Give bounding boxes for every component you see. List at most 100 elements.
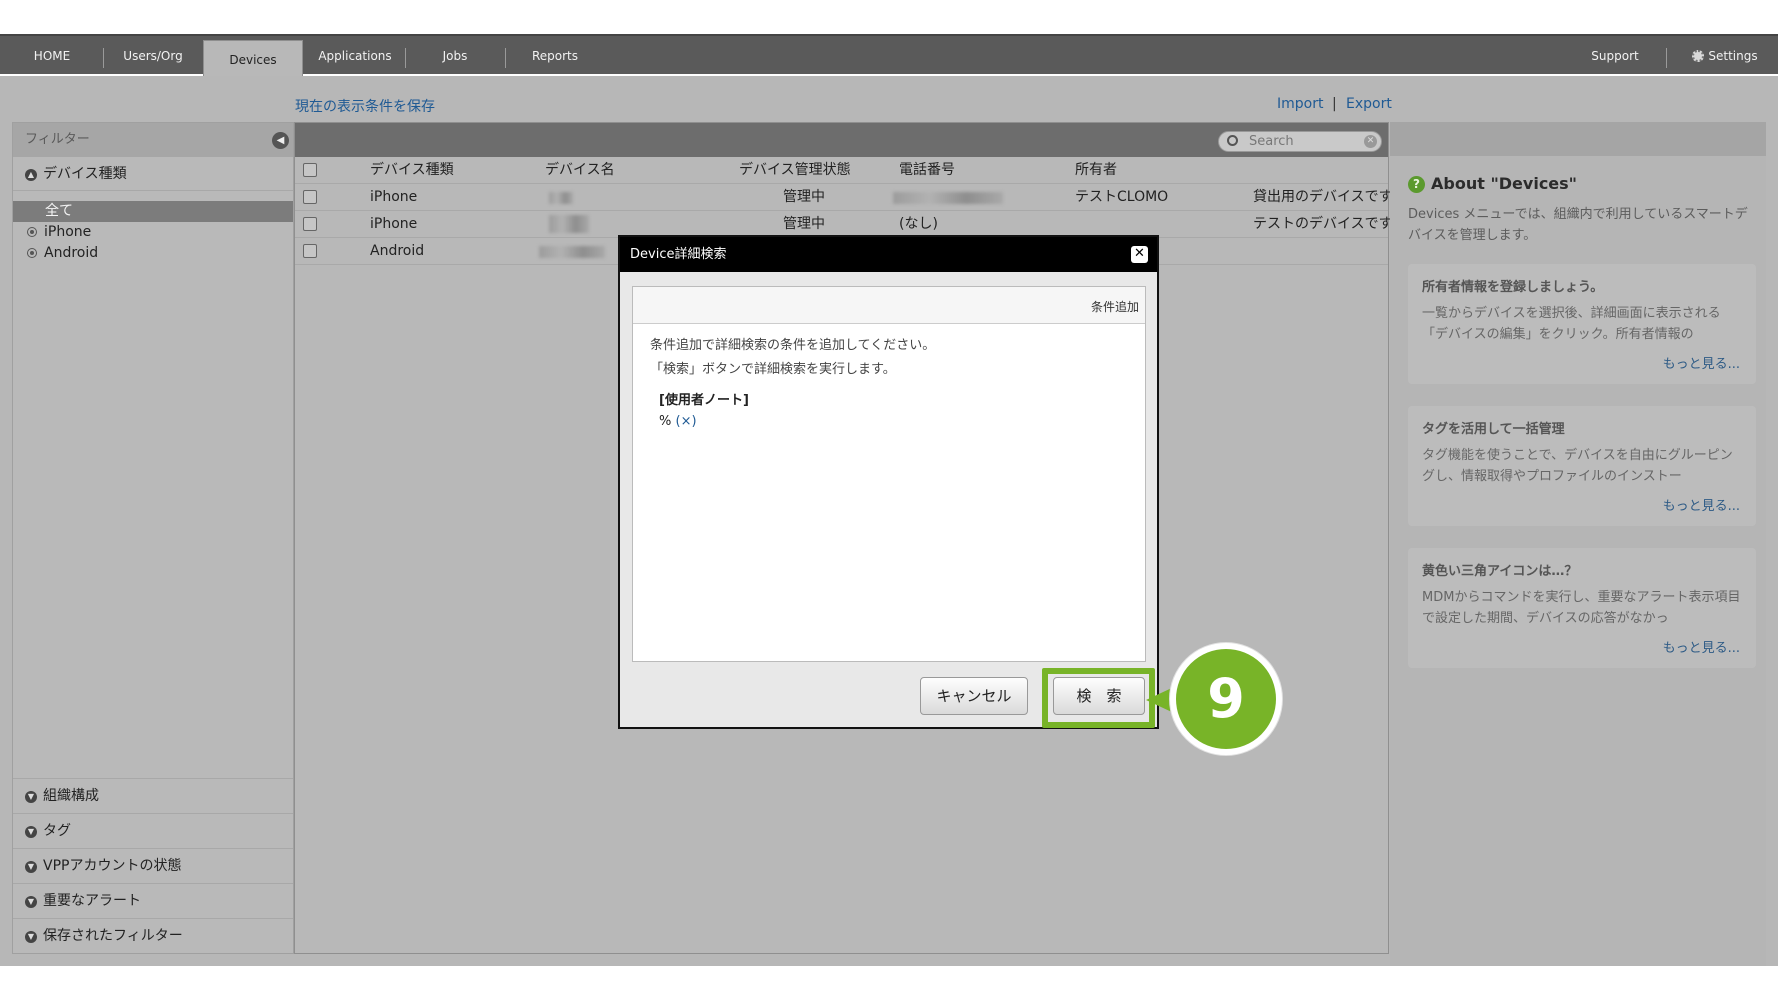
remove-condition-button[interactable]: (×): [676, 414, 697, 429]
help-card: 黄色い三角アイコンは…？ MDMからコマンドを実行し、重要なアラート表示項目で設…: [1408, 548, 1756, 668]
filter-bottom-sections: ▼ 組織構成 ▼ タグ ▼ VPPアカウントの状態 ▼ 重要なアラート ▼ 保存されたフィ…: [13, 778, 293, 953]
export-link[interactable]: Export: [1346, 96, 1392, 112]
filter-section-label: 組織構成: [43, 788, 99, 804]
cell-device-type: Android: [370, 243, 425, 259]
chevron-down-icon: ▼: [25, 826, 37, 838]
table-row[interactable]: iPhone 管理中 テストCLOMO 貸出用のデバイスです: [295, 184, 1393, 211]
filter-panel: フィルター ◀ ▲ デバイス種類 全て iPhone Android ▼ 組織構成 …: [12, 122, 294, 954]
select-all-checkbox[interactable]: [303, 163, 317, 177]
column-header[interactable]: デバイス種類: [370, 157, 454, 184]
filter-item-android[interactable]: Android: [13, 243, 293, 264]
filter-section-label: 保存されたフィルター: [43, 928, 183, 944]
condition-label: [使用者ノート]: [659, 393, 749, 408]
condition-value: % (×): [659, 411, 1128, 432]
cell-device-type: iPhone: [370, 216, 418, 232]
more-link[interactable]: もっと見る...: [1663, 495, 1740, 514]
cancel-button[interactable]: キャンセル: [920, 677, 1028, 715]
condition-value-text: %: [659, 414, 676, 429]
dialog-instructions: 条件追加で詳細検索の条件を追加してください。 「検索」ボタンで詳細検索を実行しま…: [633, 324, 1145, 442]
collapse-left-icon[interactable]: ◀: [272, 132, 289, 149]
row-checkbox[interactable]: [303, 244, 317, 258]
chevron-up-icon: ▲: [25, 169, 37, 181]
filter-item-iphone[interactable]: iPhone: [13, 222, 293, 243]
redacted-device-name: [549, 192, 573, 204]
redacted-phone: [893, 192, 1003, 204]
row-checkbox[interactable]: [303, 217, 317, 231]
cell-phone: (なし): [899, 216, 938, 232]
filter-header: フィルター ◀: [13, 123, 293, 157]
nav-reports[interactable]: Reports: [520, 36, 590, 76]
filter-item-label: iPhone: [44, 224, 92, 240]
filter-section-org[interactable]: ▼ 組織構成: [13, 778, 293, 813]
chevron-down-icon: ▼: [25, 896, 37, 908]
dialog-title: Device詳細検索: [630, 247, 727, 262]
help-card-body: MDMからコマンドを実行し、重要なアラート表示項目で設定した期間、デバイスの応答…: [1422, 590, 1741, 626]
filter-title: フィルター: [25, 132, 90, 147]
close-icon[interactable]: ✕: [1131, 246, 1148, 263]
help-title: ? About "Devices": [1408, 174, 1577, 193]
radio-icon: [27, 248, 37, 258]
help-card-title: 黄色い三角アイコンは…？: [1422, 564, 1578, 579]
filter-section-label: VPPアカウントの状態: [43, 858, 182, 874]
table-row[interactable]: iPhone 管理中 (なし) テストのデバイスです: [295, 211, 1393, 238]
filter-section-saved[interactable]: ▼ 保存されたフィルター: [13, 918, 293, 953]
redacted-device-name: [539, 246, 605, 258]
filter-item-label: Android: [44, 245, 99, 261]
filter-section-label: デバイス種類: [43, 166, 127, 182]
nav-users-org[interactable]: Users/Org: [110, 36, 196, 76]
filter-item-all[interactable]: 全て: [13, 201, 293, 222]
help-card-title: 所有者情報を登録しましょう。: [1422, 280, 1604, 295]
search-icon: [1227, 135, 1238, 146]
search-placeholder: Search: [1249, 134, 1294, 149]
help-description: Devices メニューでは、組織内で利用しているスマートデバイスを管理します。: [1408, 207, 1748, 243]
filter-section-alert[interactable]: ▼ 重要なアラート: [13, 883, 293, 918]
chevron-down-icon: ▼: [25, 791, 37, 803]
help-panel: ? About "Devices" Devices メニューでは、組織内で利用して…: [1390, 122, 1766, 966]
table-toolbar: Search ✕: [295, 123, 1388, 157]
cell-note: 貸出用のデバイスです: [1253, 189, 1393, 205]
dialog-content: 条件追加 条件追加で詳細検索の条件を追加してください。 「検索」ボタンで詳細検索…: [632, 286, 1146, 662]
filter-section-vpp[interactable]: ▼ VPPアカウントの状態: [13, 848, 293, 883]
redacted-device-name: [549, 215, 589, 233]
nav-separator: [505, 48, 506, 68]
filter-section-tag[interactable]: ▼ タグ: [13, 813, 293, 848]
nav-separator: [103, 48, 104, 68]
nav-applications[interactable]: Applications: [312, 36, 398, 76]
import-export-separator: |: [1332, 96, 1337, 112]
column-header[interactable]: 電話番号: [899, 157, 955, 184]
help-card: 所有者情報を登録しましょう。 一覧からデバイスを選択後、詳細画面に表示される「デ…: [1408, 264, 1756, 384]
advanced-search-dialog: Device詳細検索 ✕ 条件追加 条件追加で詳細検索の条件を追加してください。…: [618, 235, 1159, 729]
nav-home[interactable]: HOME: [22, 36, 82, 76]
cell-owner: テストCLOMO: [1075, 189, 1169, 205]
filter-section-device-type[interactable]: ▲ デバイス種類: [13, 157, 293, 191]
nav-support[interactable]: Support: [1580, 36, 1650, 76]
table-header-row: デバイス種類 デバイス名 デバイス管理状態 電話番号 所有者: [295, 157, 1388, 184]
gear-icon: [1692, 50, 1705, 62]
column-header[interactable]: デバイス名: [545, 157, 615, 184]
instruction-line: 条件追加で詳細検索の条件を追加してください。: [650, 338, 936, 353]
search-input[interactable]: Search ✕: [1218, 131, 1382, 152]
nav-settings[interactable]: Settings: [1680, 36, 1770, 76]
search-button-highlight: [1042, 668, 1155, 728]
top-navigation: HOME Users/Org Devices Applications Jobs…: [0, 34, 1778, 78]
help-card-body: タグ機能を使うことで、デバイスを自由にグルーピングし、情報取得やプロファイルのイ…: [1422, 448, 1733, 484]
help-card: タグを活用して一括管理 タグ機能を使うことで、デバイスを自由にグルーピングし、情…: [1408, 406, 1756, 526]
nav-devices[interactable]: Devices: [203, 40, 303, 78]
column-header[interactable]: デバイス管理状態: [739, 157, 851, 184]
help-question-icon: ?: [1408, 176, 1425, 193]
dialog-title-bar: Device詳細検索 ✕: [620, 237, 1157, 272]
help-panel-header: [1390, 122, 1766, 156]
instruction-line: 「検索」ボタンで詳細検索を実行します。: [650, 362, 896, 377]
save-view-link[interactable]: 現在の表示条件を保存: [295, 96, 435, 116]
add-condition-button[interactable]: 条件追加: [1091, 298, 1139, 315]
chevron-down-icon: ▼: [25, 931, 37, 943]
more-link[interactable]: もっと見る...: [1663, 637, 1740, 656]
nav-separator: [405, 48, 406, 68]
more-link[interactable]: もっと見る...: [1663, 353, 1740, 372]
import-link[interactable]: Import: [1277, 96, 1323, 112]
add-condition-bar: 条件追加: [633, 287, 1145, 324]
clear-icon[interactable]: ✕: [1364, 135, 1377, 148]
column-header[interactable]: 所有者: [1075, 157, 1117, 184]
nav-jobs[interactable]: Jobs: [420, 36, 490, 76]
row-checkbox[interactable]: [303, 190, 317, 204]
